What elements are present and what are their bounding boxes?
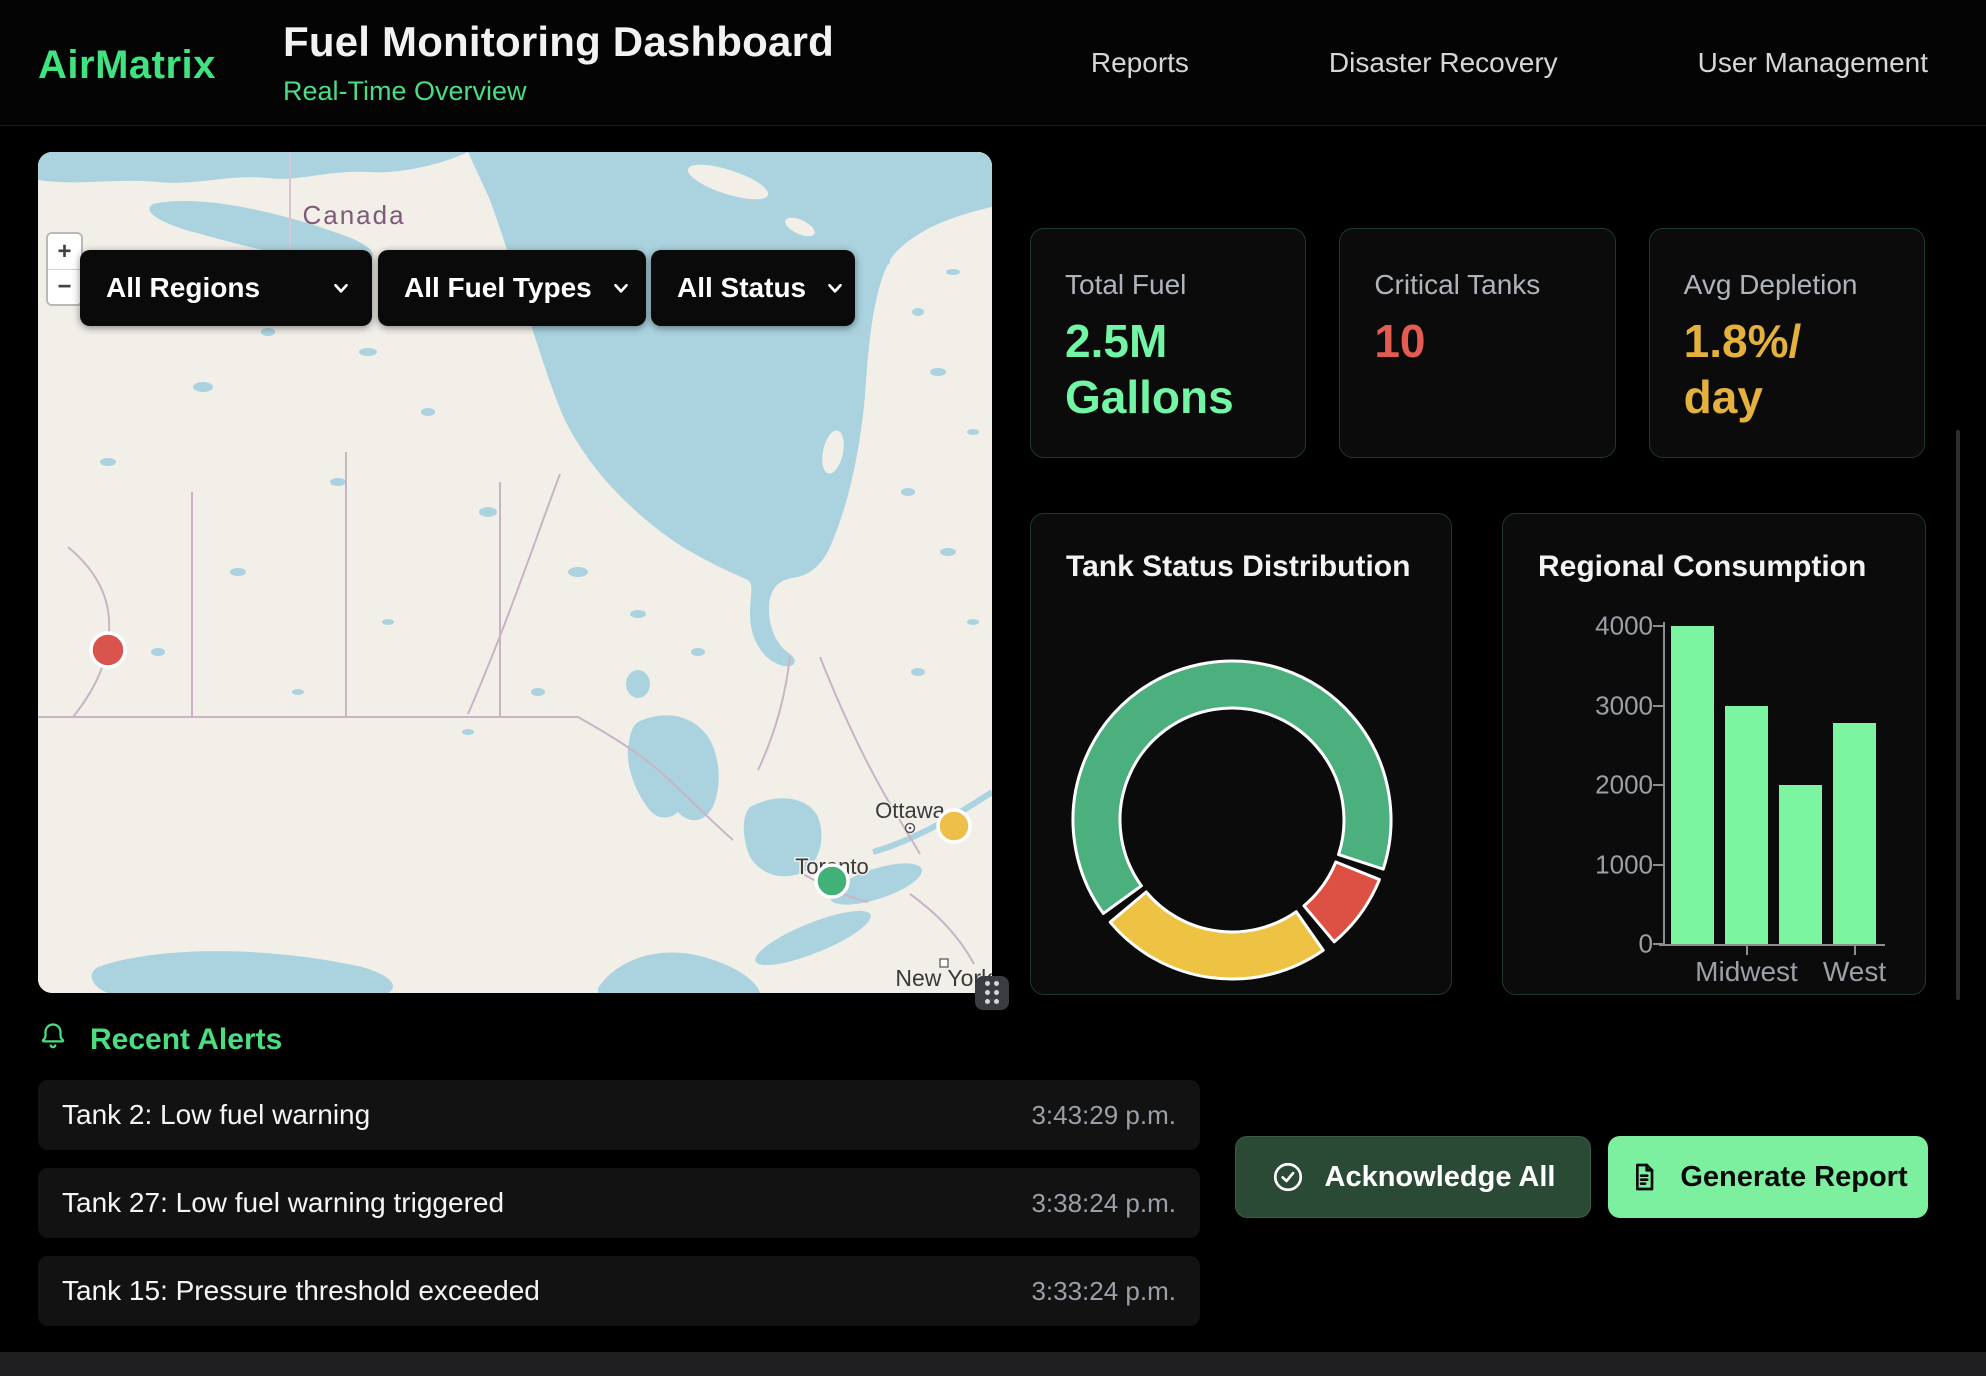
alert-time: 3:43:29 p.m. xyxy=(1031,1100,1176,1131)
y-tick-mark xyxy=(1653,864,1663,866)
bar xyxy=(1725,706,1768,945)
filter-status-label: All Status xyxy=(677,272,806,304)
stat-label: Total Fuel xyxy=(1065,269,1271,301)
map-zoom-control: + − xyxy=(46,232,83,306)
stat-card-total-fuel: Total Fuel 2.5M Gallons xyxy=(1030,228,1306,458)
x-tick-mark xyxy=(1746,946,1748,955)
nav-reports[interactable]: Reports xyxy=(1091,47,1189,79)
y-tick-label: 3000 xyxy=(1583,690,1653,721)
bar xyxy=(1671,626,1714,944)
map-label-ottawa: Ottawa xyxy=(875,798,945,823)
filter-fuel-types-dropdown[interactable]: All Fuel Types xyxy=(378,250,646,326)
window-bottom-strip xyxy=(0,1352,1986,1376)
donut-segment-yellow xyxy=(1110,892,1323,979)
filter-regions-dropdown[interactable]: All Regions xyxy=(80,250,372,326)
bell-icon xyxy=(38,1022,68,1057)
map-marker-normal[interactable] xyxy=(816,865,848,897)
map-marker-critical[interactable] xyxy=(91,633,125,667)
alert-row[interactable]: Tank 15: Pressure threshold exceeded 3:3… xyxy=(38,1256,1200,1326)
filter-fuel-types-label: All Fuel Types xyxy=(404,272,592,304)
check-circle-icon xyxy=(1271,1160,1305,1194)
tank-status-card: Tank Status Distribution xyxy=(1030,513,1452,995)
x-tick-label: Midwest xyxy=(1695,956,1798,988)
app-header: AirMatrix Fuel Monitoring Dashboard Real… xyxy=(0,0,1986,126)
file-text-icon xyxy=(1628,1161,1660,1193)
regional-consumption-card: Regional Consumption 01000200030004000Mi… xyxy=(1502,513,1926,995)
map-zoom-out-button[interactable]: − xyxy=(48,269,81,304)
x-tick-mark xyxy=(1854,946,1856,955)
alert-text: Tank 15: Pressure threshold exceeded xyxy=(62,1275,540,1307)
ottawa-town-dot xyxy=(909,827,912,830)
donut-segment-red xyxy=(1304,862,1379,942)
stat-value-avg-depletion: 1.8%/ day xyxy=(1684,313,1890,425)
stats-row: Total Fuel 2.5M Gallons Critical Tanks 1… xyxy=(1030,228,1925,458)
bar xyxy=(1833,723,1876,944)
stat-card-avg-depletion: Avg Depletion 1.8%/ day xyxy=(1649,228,1925,458)
alert-row[interactable]: Tank 27: Low fuel warning triggered 3:38… xyxy=(38,1168,1200,1238)
chevron-down-icon xyxy=(330,277,352,299)
tank-status-donut-chart xyxy=(1031,514,1453,996)
stat-label: Avg Depletion xyxy=(1684,269,1890,301)
y-tick-label: 1000 xyxy=(1583,849,1653,880)
filter-regions-label: All Regions xyxy=(106,272,260,304)
main-nav: Reports Disaster Recovery User Managemen… xyxy=(1091,0,1928,126)
page-subtitle: Real-Time Overview xyxy=(283,76,834,107)
title-block: Fuel Monitoring Dashboard Real-Time Over… xyxy=(283,18,834,107)
y-tick-mark xyxy=(1653,784,1663,786)
app-logo: AirMatrix xyxy=(38,43,216,88)
acknowledge-all-label: Acknowledge All xyxy=(1325,1161,1556,1194)
map-marker-warning[interactable] xyxy=(938,810,970,842)
alerts-title: Recent Alerts xyxy=(90,1023,282,1057)
y-axis-line xyxy=(1663,622,1665,946)
acknowledge-all-button[interactable]: Acknowledge All xyxy=(1235,1136,1591,1218)
x-axis-line xyxy=(1659,944,1885,946)
alert-row[interactable]: Tank 2: Low fuel warning 3:43:29 p.m. xyxy=(38,1080,1200,1150)
generate-report-label: Generate Report xyxy=(1680,1161,1907,1194)
alerts-heading: Recent Alerts xyxy=(38,1022,282,1057)
stat-value-critical-tanks: 10 xyxy=(1374,313,1580,369)
chevron-down-icon xyxy=(610,277,632,299)
chevron-down-icon xyxy=(824,277,846,299)
bar xyxy=(1779,785,1822,944)
nav-disaster-recovery[interactable]: Disaster Recovery xyxy=(1329,47,1558,79)
dashboard-page: AirMatrix Fuel Monitoring Dashboard Real… xyxy=(0,0,1986,1376)
x-tick-label: West xyxy=(1823,956,1886,988)
generate-report-button[interactable]: Generate Report xyxy=(1608,1136,1928,1218)
map-panel[interactable]: Canada Ottawa Toronto New York + − All R… xyxy=(38,152,992,993)
y-tick-mark xyxy=(1653,943,1663,945)
y-tick-label: 2000 xyxy=(1583,770,1653,801)
stat-card-critical-tanks: Critical Tanks 10 xyxy=(1339,228,1615,458)
nav-user-management[interactable]: User Management xyxy=(1698,47,1928,79)
alert-time: 3:38:24 p.m. xyxy=(1031,1188,1176,1219)
page-title: Fuel Monitoring Dashboard xyxy=(283,18,834,66)
map-zoom-in-button[interactable]: + xyxy=(48,234,81,269)
stat-value-total-fuel: 2.5M Gallons xyxy=(1065,313,1271,425)
alert-text: Tank 27: Low fuel warning triggered xyxy=(62,1187,504,1219)
stat-label: Critical Tanks xyxy=(1374,269,1580,301)
map-label-canada: Canada xyxy=(302,200,405,230)
filter-status-dropdown[interactable]: All Status xyxy=(651,250,855,326)
alert-text: Tank 2: Low fuel warning xyxy=(62,1099,370,1131)
regional-consumption-bar-chart: 0 1000 2000 3000 4000 Midwest West xyxy=(1503,514,1927,996)
y-tick-label: 4000 xyxy=(1583,611,1653,642)
map-resize-handle[interactable] xyxy=(975,976,1009,1010)
y-tick-label: 0 xyxy=(1583,929,1653,960)
alert-time: 3:33:24 p.m. xyxy=(1031,1276,1176,1307)
y-tick-mark xyxy=(1653,625,1663,627)
y-tick-mark xyxy=(1653,705,1663,707)
page-scrollbar[interactable] xyxy=(1956,430,1960,1000)
